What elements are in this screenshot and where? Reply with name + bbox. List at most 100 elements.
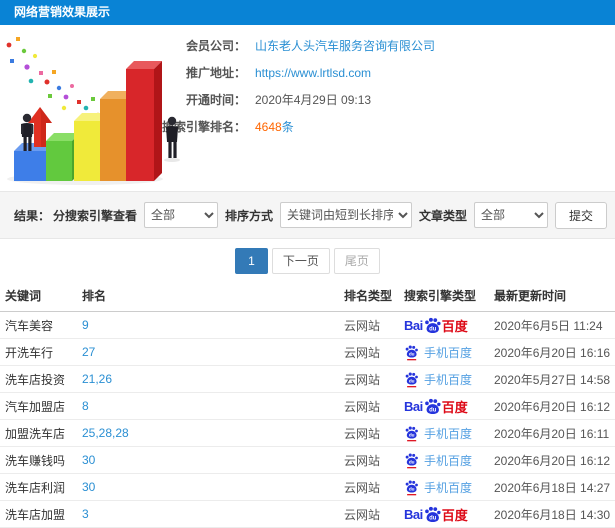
rank-cell[interactable]: 30: [82, 453, 344, 467]
table-row: 洗车店加盟 3 云网站 Bai du 百度 2020年6月18日 14:30: [0, 501, 615, 528]
engine-filter-select[interactable]: 全部: [143, 202, 218, 228]
company-link[interactable]: 山东老人头汽车服务咨询有限公司: [255, 38, 435, 54]
mobile-baidu-paw-icon: du: [405, 345, 418, 360]
article-type-label: 文章类型: [418, 208, 467, 223]
engine-type-cell: Bai du 百度 du 手机百度: [404, 371, 494, 388]
baidu-logo-cn-text: 百度: [441, 507, 468, 523]
submit-button[interactable]: 提交: [554, 201, 607, 229]
engine-rank-value: 4648条: [255, 119, 294, 135]
svg-text:du: du: [409, 432, 415, 437]
baidu-paw-icon: du: [424, 317, 441, 333]
table-row: 开洗车行 27 云网站 Bai du 百度: [0, 339, 615, 366]
mobile-baidu-logo: du 手机百度: [404, 344, 472, 361]
rank-cell[interactable]: 27: [82, 345, 344, 359]
result-label: 结果：: [14, 208, 51, 223]
engine-type-cell: Bai du 百度 du 手机百度: [404, 316, 494, 335]
baidu-logo: Bai du 百度: [404, 316, 468, 335]
updated-time-cell: 2020年6月5日 11:24: [494, 318, 603, 333]
sort-filter-select[interactable]: 关键词由短到长排序: [279, 202, 412, 228]
page-title: 网络营销效果展示: [14, 5, 111, 19]
page-1-button[interactable]: 1: [235, 248, 268, 274]
mobile-baidu-paw-icon: du: [405, 426, 418, 441]
baidu-logo-cn-text: 百度: [441, 318, 468, 334]
baidu-logo-cn-text: 百度: [441, 399, 468, 415]
svg-text:du: du: [429, 515, 437, 521]
pagination: 1 下一页 尾页: [0, 239, 615, 281]
svg-text:du: du: [409, 459, 415, 464]
next-page-button[interactable]: 下一页: [271, 248, 330, 274]
svg-text:du: du: [429, 326, 437, 332]
rank-cell[interactable]: 30: [82, 480, 344, 494]
rank-type-cell: 云网站: [344, 399, 381, 414]
updated-time-cell: 2020年6月20日 16:11: [494, 426, 610, 441]
rank-cell[interactable]: 21,26: [82, 372, 344, 386]
keyword-cell: 洗车店利润: [5, 480, 66, 495]
header-rank-type: 排名类型: [344, 289, 393, 303]
rank-type-cell: 云网站: [344, 453, 381, 468]
mobile-baidu-label: 手机百度: [424, 426, 473, 441]
engine-type-cell: Bai du 百度 du 手机百度: [404, 479, 494, 496]
engine-filter-label: 分搜索引擎查看: [52, 208, 137, 223]
table-row: 汽车美容 9 云网站 Bai du 百度 2020年6月5日 11:24: [0, 312, 615, 339]
last-page-button[interactable]: 尾页: [333, 248, 380, 274]
keyword-cell: 加盟洗车店: [5, 426, 66, 441]
keyword-cell: 开洗车行: [5, 345, 54, 360]
keyword-cell: 洗车店投资: [5, 372, 66, 387]
svg-text:du: du: [409, 486, 415, 491]
rank-type-cell: 云网站: [344, 480, 381, 495]
article-type-select[interactable]: 全部: [473, 202, 548, 228]
updated-time-cell: 2020年6月18日 14:27: [494, 480, 611, 495]
mobile-baidu-label: 手机百度: [424, 480, 473, 495]
table-header-row: 关键词 排名 排名类型 搜索引擎类型 最新更新时间: [0, 281, 615, 312]
svg-text:du: du: [409, 378, 415, 383]
opened-time-value: 2020年4月29日 09:13: [255, 93, 372, 107]
table-row: 洗车赚钱吗 30 云网站 Bai du 百度: [0, 447, 615, 474]
table-row: 加盟洗车店 25,28,28 云网站 Bai du 百度: [0, 420, 615, 447]
rank-cell[interactable]: 8: [82, 399, 344, 413]
svg-text:du: du: [409, 351, 415, 356]
rank-type-cell: 云网站: [344, 372, 381, 387]
header-updated-time: 最新更新时间: [494, 289, 567, 303]
updated-time-cell: 2020年6月20日 16:16: [494, 345, 611, 360]
baidu-paw-icon: du: [424, 398, 441, 414]
engine-rank-count: 4648: [255, 120, 282, 134]
baidu-logo-bai-text: Bai: [404, 398, 423, 414]
keyword-cell: 洗车赚钱吗: [5, 453, 66, 468]
mobile-baidu-paw-icon: du: [405, 372, 418, 387]
header-keyword: 关键词: [5, 289, 42, 303]
rank-type-cell: 云网站: [344, 426, 381, 441]
confetti-dots: [6, 37, 108, 123]
mobile-baidu-logo: du 手机百度: [404, 425, 472, 442]
baidu-paw-icon: du: [424, 506, 441, 522]
keyword-cell: 汽车加盟店: [5, 399, 66, 414]
table-row: 汽车加盟店 8 云网站 Bai du 百度 2020年6月20日 16:12: [0, 393, 615, 420]
mobile-baidu-label: 手机百度: [424, 345, 473, 360]
mobile-baidu-logo: du 手机百度: [404, 479, 472, 496]
baidu-logo: Bai du 百度: [404, 397, 468, 416]
mobile-baidu-paw-icon: du: [405, 453, 418, 468]
engine-type-cell: Bai du 百度 du 手机百度: [404, 452, 494, 469]
rank-type-cell: 云网站: [344, 345, 381, 360]
engine-type-cell: Bai du 百度 du 手机百度: [404, 397, 494, 416]
mobile-baidu-logo: du 手机百度: [404, 371, 472, 388]
businessman-right: [164, 116, 180, 162]
header-rank: 排名: [82, 289, 107, 303]
promo-url-link[interactable]: https://www.lrtlsd.com: [255, 65, 371, 81]
rank-cell[interactable]: 25,28,28: [82, 426, 344, 440]
sort-filter-label: 排序方式: [224, 208, 273, 223]
header-bar: 网络营销效果展示: [0, 0, 615, 25]
table-row: 洗车店投资 21,26 云网站 Bai du 百度: [0, 366, 615, 393]
engine-type-cell: Bai du 百度 du 手机百度: [404, 344, 494, 361]
header-engine-type: 搜索引擎类型: [404, 289, 477, 303]
rank-cell[interactable]: 3: [82, 507, 344, 521]
filter-bar: 结果： 分搜索引擎查看 全部 排序方式 关键词由短到长排序 文章类型 全部 提交: [0, 191, 615, 239]
baidu-logo-bai-text: Bai: [404, 506, 423, 522]
results-table: 关键词 排名 排名类型 搜索引擎类型 最新更新时间 汽车美容 9 云网站 Bai…: [0, 281, 615, 528]
rank-type-cell: 云网站: [344, 318, 381, 333]
mobile-baidu-logo: du 手机百度: [404, 452, 472, 469]
rank-cell[interactable]: 9: [82, 318, 344, 332]
svg-text:du: du: [429, 407, 437, 413]
engine-rank-unit: 条: [281, 120, 294, 134]
mobile-baidu-paw-icon: du: [405, 480, 418, 495]
info-section: 会员公司： 山东老人头汽车服务咨询有限公司 推广地址： https://www.…: [0, 25, 615, 191]
